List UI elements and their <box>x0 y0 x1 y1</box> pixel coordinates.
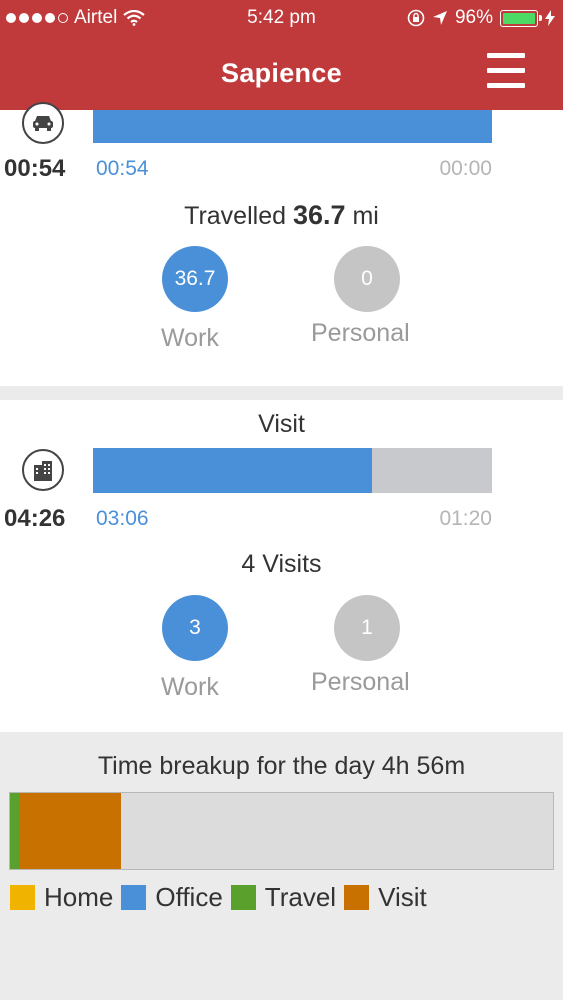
travel-summary-unit: mi <box>352 202 379 230</box>
travel-work-fill <box>93 110 492 143</box>
rotation-lock-icon <box>407 9 425 27</box>
travel-work-label: Work <box>161 324 219 352</box>
time-breakup-bar <box>9 792 554 870</box>
legend-label: Home <box>44 882 114 912</box>
travel-progress-bar <box>93 110 492 143</box>
travel-summary-value: 36.7 <box>292 200 346 230</box>
legend-label: Travel <box>264 882 337 912</box>
location-arrow-icon <box>432 11 447 25</box>
visit-card: Visit 04:26 03:06 01:20 4 Visits 3 1 Wor… <box>0 400 563 732</box>
legend-swatch-office <box>121 885 147 910</box>
legend-item-visit: Visit <box>344 882 427 913</box>
breakup-segment-visit <box>19 793 122 869</box>
legend-item-office: Office <box>121 882 223 913</box>
visit-summary: 4 Visits <box>241 550 322 578</box>
time-breakup-legend: Home Office Travel Visit <box>10 882 435 913</box>
app-header: Airtel 5:42 pm 96% Sapience <box>0 0 563 110</box>
travel-summary-prefix: Travelled <box>184 202 287 230</box>
visit-work-circle[interactable]: 3 <box>162 595 228 661</box>
legend-item-home: Home <box>10 882 113 913</box>
page-title: Sapience <box>221 58 342 88</box>
travel-summary: Travelled 36.7 mi <box>0 200 563 231</box>
visit-progress-bar <box>93 448 492 493</box>
travel-work-circle[interactable]: 36.7 <box>162 246 228 312</box>
legend-swatch-visit <box>344 885 370 910</box>
travel-total-time: 00:54 <box>4 155 66 182</box>
legend-swatch-travel <box>230 885 256 910</box>
travel-personal-label: Personal <box>311 319 410 347</box>
travel-card: 00:54 00:54 00:00 Travelled 36.7 mi 36.7… <box>0 102 563 386</box>
legend-item-travel: Travel <box>230 882 337 913</box>
travel-work-time: 00:54 <box>96 157 149 180</box>
visit-total-time: 04:26 <box>4 505 66 532</box>
status-bar: Airtel 5:42 pm 96% <box>0 0 563 36</box>
legend-label: Office <box>155 882 223 912</box>
visit-work-time: 03:06 <box>96 507 149 530</box>
visit-personal-circle[interactable]: 1 <box>334 595 400 661</box>
visit-work-label: Work <box>161 673 219 701</box>
time-breakup-title: Time breakup for the day 4h 56m <box>97 752 466 780</box>
visit-section-title: Visit <box>258 410 305 438</box>
legend-swatch-home <box>10 885 35 910</box>
legend-label: Visit <box>378 882 427 912</box>
hamburger-menu-icon[interactable] <box>487 53 527 93</box>
battery-percent: 96% <box>454 7 493 28</box>
visit-work-fill <box>93 448 373 493</box>
battery-icon <box>500 9 542 27</box>
travel-personal-time: 00:00 <box>439 157 492 180</box>
building-icon <box>22 449 64 491</box>
charging-bolt-icon <box>545 10 555 26</box>
visit-personal-time: 01:20 <box>439 507 492 530</box>
status-right: 96% <box>407 7 555 29</box>
breakup-segment-travel <box>10 793 20 869</box>
visit-personal-label: Personal <box>311 668 410 696</box>
car-icon <box>22 102 64 144</box>
travel-personal-circle[interactable]: 0 <box>334 246 400 312</box>
